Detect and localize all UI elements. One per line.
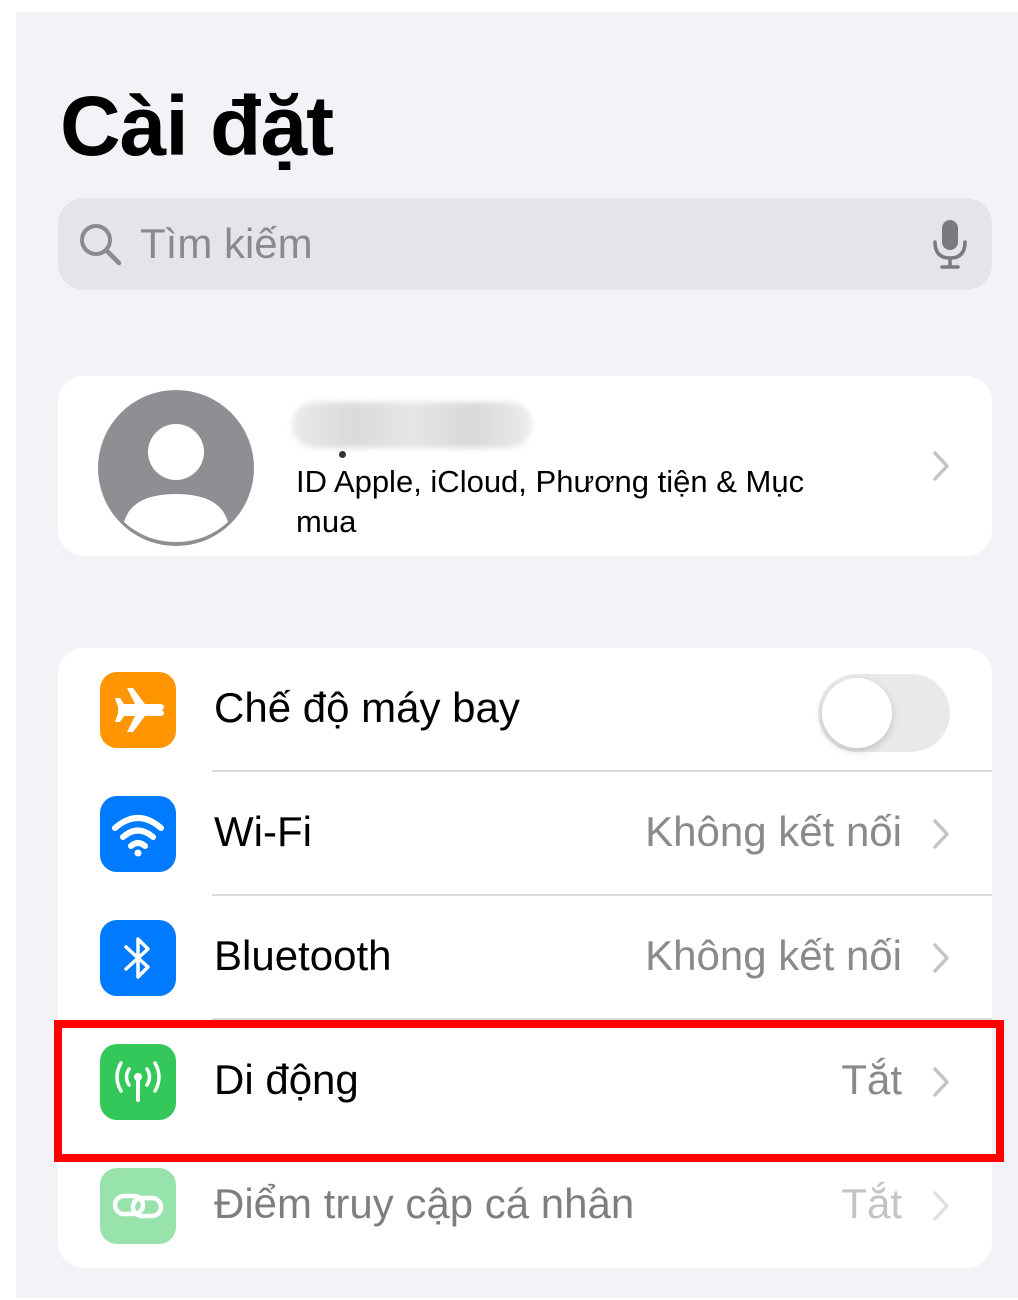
- profile-name-blurred: [292, 402, 532, 448]
- wifi-label: Wi-Fi: [214, 808, 312, 855]
- microphone-icon[interactable]: [930, 218, 970, 270]
- bluetooth-icon: [100, 920, 176, 996]
- airplane-mode-toggle[interactable]: [818, 674, 950, 752]
- search-input[interactable]: Tìm kiếm: [140, 220, 313, 268]
- settings-row-wifi[interactable]: Wi-Fi Không kết nối: [58, 772, 992, 896]
- wifi-status: Không kết nối: [645, 808, 902, 855]
- chevron-right-icon: [933, 1191, 949, 1221]
- hotspot-link-icon: [100, 1168, 176, 1244]
- toggle-knob: [822, 678, 892, 748]
- chevron-right-icon: [933, 943, 949, 973]
- settings-group: Chế độ máy bay Wi-Fi Không kết nối Bluet…: [58, 648, 992, 1268]
- search-field[interactable]: Tìm kiếm: [58, 198, 992, 290]
- chevron-right-icon: [933, 451, 949, 481]
- settings-row-airplane-mode[interactable]: Chế độ máy bay: [58, 648, 992, 772]
- wifi-icon: [100, 796, 176, 872]
- page-title: Cài đặt: [60, 79, 334, 173]
- airplane-icon: [100, 672, 176, 748]
- profile-subtitle: ID Apple, iCloud, Phương tiện & Mục mua: [296, 464, 805, 539]
- personal-hotspot-status: Tắt: [841, 1180, 902, 1227]
- settings-row-personal-hotspot[interactable]: Điểm truy cập cá nhân Tắt: [58, 1144, 992, 1268]
- bluetooth-status: Không kết nối: [645, 932, 902, 979]
- airplane-mode-label: Chế độ máy bay: [214, 684, 520, 731]
- profile-name-dot: [339, 451, 346, 458]
- person-silhouette-icon: [124, 424, 228, 542]
- search-icon: [80, 224, 122, 266]
- apple-id-card[interactable]: ID Apple, iCloud, Phương tiện & Mục mua: [58, 376, 992, 556]
- avatar: [98, 390, 254, 546]
- personal-hotspot-label: Điểm truy cập cá nhân: [214, 1180, 635, 1227]
- highlight-box-cellular: [54, 1020, 1004, 1162]
- settings-row-bluetooth[interactable]: Bluetooth Không kết nối: [58, 896, 992, 1020]
- bluetooth-label: Bluetooth: [214, 932, 392, 979]
- chevron-right-icon: [933, 819, 949, 849]
